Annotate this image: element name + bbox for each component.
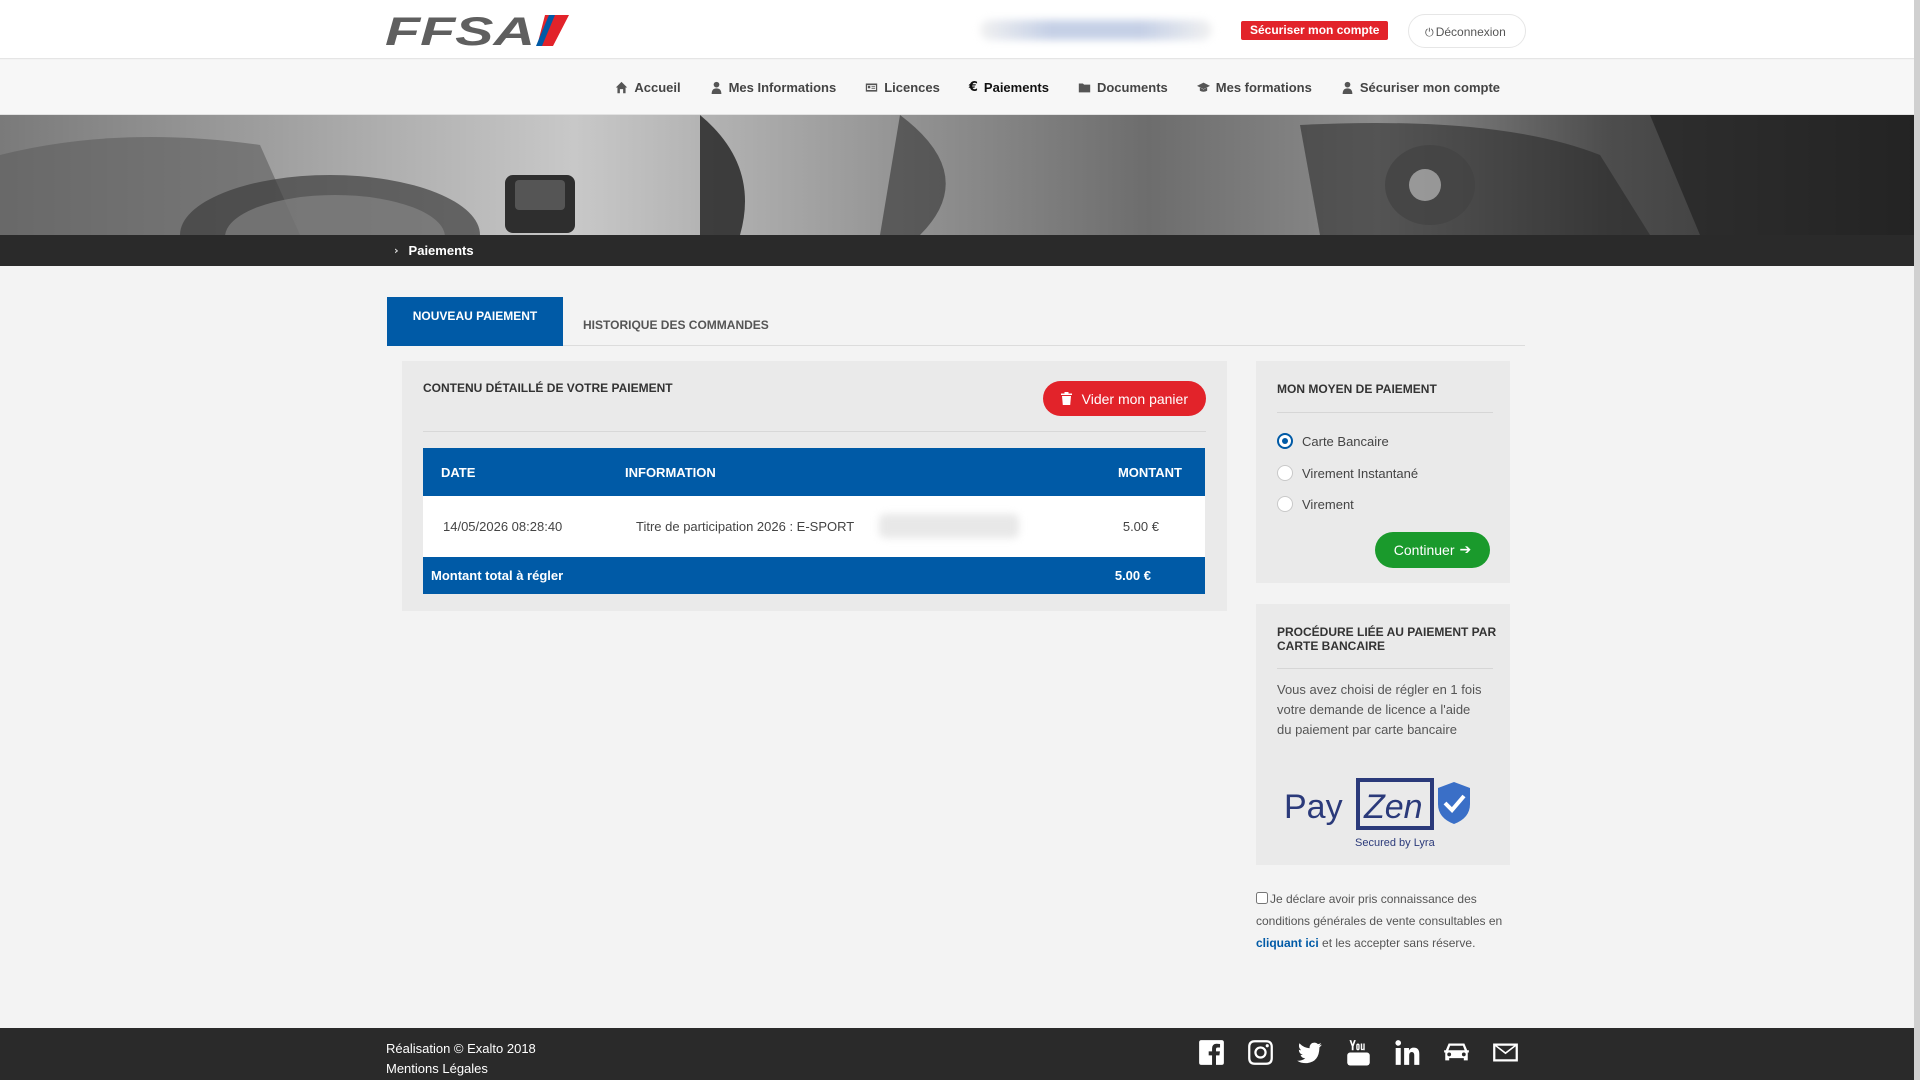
instagram-icon[interactable] <box>1247 1039 1274 1066</box>
arrow-right-icon: ➔ <box>1459 542 1472 558</box>
facebook-icon[interactable] <box>1198 1039 1225 1066</box>
nav-item-mes-formations[interactable]: Mes formations <box>1196 80 1312 95</box>
radio-virement-instantane[interactable]: Virement Instantané <box>1277 465 1418 481</box>
graduation-cap-icon <box>1196 82 1210 92</box>
procedure-text: Vous avez choisi de régler en 1 fois vot… <box>1277 682 1482 737</box>
blurred-user-email <box>980 20 1212 40</box>
nav-item-accueil[interactable]: Accueil <box>615 80 681 95</box>
nav-item-label: Licences <box>884 80 940 95</box>
radio-virement[interactable]: Virement <box>1277 496 1354 512</box>
panel-title: CONTENU DÉTAILLÉ DE VOTRE PAIEMENT <box>423 381 673 395</box>
top-header: FFSA Sécuriser mon compte ⏻ Déconnexion <box>0 0 1914 59</box>
nav-item-label: Paiements <box>983 80 1049 95</box>
euro-icon: € <box>968 80 978 95</box>
table-total-row: Montant total à régler 5.00 € <box>423 557 1205 594</box>
radio-button-checked[interactable] <box>1277 433 1293 449</box>
empty-cart-button[interactable]: Vider mon panier <box>1042 381 1206 416</box>
logout-button[interactable]: ⏻ Déconnexion <box>1408 14 1526 48</box>
payment-table: DATE INFORMATION MONTANT 14/05/2026 08:2… <box>423 448 1205 594</box>
twitter-icon[interactable] <box>1296 1039 1323 1066</box>
row-date: 14/05/2026 08:28:40 <box>443 519 563 534</box>
breadcrumb-bar: › Paiements <box>0 235 1914 266</box>
radio-label: Carte Bancaire <box>1302 433 1389 449</box>
home-icon <box>616 81 628 94</box>
footer: Réalisation © Exalto 2018 Mentions Légal… <box>0 1028 1914 1080</box>
main-nav-bar: Accueil Mes Informations Licences € Paie… <box>0 60 1914 115</box>
main-nav: Accueil Mes Informations Licences € Paie… <box>615 60 1500 115</box>
payment-method-panel: MON MOYEN DE PAIEMENT Carte Bancaire Vir… <box>1256 361 1510 583</box>
car-icon[interactable] <box>1443 1039 1470 1066</box>
divider <box>423 431 1206 432</box>
empty-cart-label: Vider mon panier <box>1081 390 1188 407</box>
user-icon <box>1342 81 1353 94</box>
nav-item-paiements[interactable]: € Paiements <box>969 80 1049 95</box>
logout-label: Déconnexion <box>1435 25 1506 39</box>
logo-wordmark: FFSA <box>385 12 535 50</box>
secure-account-button[interactable]: Sécuriser mon compte <box>1241 21 1389 40</box>
radio-label: Virement <box>1302 496 1354 512</box>
user-icon <box>711 81 721 94</box>
footer-text: Réalisation © Exalto 2018 Mentions Légal… <box>386 1039 536 1079</box>
radio-button[interactable] <box>1277 496 1293 512</box>
power-icon: ⏻ <box>1425 26 1434 39</box>
nav-item-licences[interactable]: Licences <box>865 80 940 95</box>
payment-tabs: NOUVEAU PAIEMENT HISTORIQUE DES COMMANDE… <box>387 297 1525 346</box>
nav-item-label: Sécuriser mon compte <box>1359 80 1500 95</box>
total-value: 5.00 € <box>1114 568 1151 583</box>
terms-checkbox[interactable] <box>1256 892 1268 904</box>
divider <box>1277 668 1493 669</box>
payment-detail-panel: CONTENU DÉTAILLÉ DE VOTRE PAIEMENT Vider… <box>402 361 1227 611</box>
payzen-tagline: Secured by Lyra <box>1355 837 1436 849</box>
terms-acceptance: Je déclare avoir pris connaissance des c… <box>1256 888 1510 954</box>
breadcrumb-current: Paiements <box>408 243 474 258</box>
footer-legal-link[interactable]: Mentions Légales <box>386 1059 536 1079</box>
youtube-icon[interactable] <box>1345 1039 1372 1066</box>
breadcrumb: › Paiements <box>394 243 474 258</box>
hero-banner <box>0 115 1914 235</box>
row-amount: 5.00 € <box>1122 519 1159 534</box>
nav-item-label: Documents <box>1096 80 1168 95</box>
scrollbar[interactable] <box>1914 0 1920 1080</box>
radio-label: Virement Instantané <box>1302 465 1419 481</box>
divider <box>1277 412 1493 413</box>
payzen-pay-text: Pay <box>1284 788 1343 826</box>
payment-method-title: MON MOYEN DE PAIEMENT <box>1277 382 1437 396</box>
linkedin-icon[interactable] <box>1394 1039 1421 1066</box>
folder-icon <box>1078 83 1091 93</box>
total-label: Montant total à régler <box>431 568 564 583</box>
nav-item-label: Mes Informations <box>728 80 837 95</box>
radio-button[interactable] <box>1277 465 1293 481</box>
procedure-panel: PROCÉDURE LIÉE AU PAIEMENT PAR CARTE BAN… <box>1256 604 1510 865</box>
mail-icon[interactable] <box>1492 1039 1519 1066</box>
terms-text-before: Je déclare avoir pris connaissance des c… <box>1256 892 1503 928</box>
row-information: Titre de participation 2026 : E-SPORT <box>636 519 855 534</box>
nav-item-label: Accueil <box>634 80 681 95</box>
footer-credit: Réalisation © Exalto 2018 <box>386 1041 536 1056</box>
column-header-information: INFORMATION <box>625 465 716 480</box>
nav-item-label: Mes formations <box>1215 80 1312 95</box>
tab-historique-commandes[interactable]: HISTORIQUE DES COMMANDES <box>583 318 769 332</box>
procedure-title: PROCÉDURE LIÉE AU PAIEMENT PAR CARTE BAN… <box>1277 625 1497 653</box>
continue-label: Continuer <box>1393 542 1455 558</box>
tab-nouveau-paiement[interactable]: NOUVEAU PAIEMENT <box>387 297 563 346</box>
column-header-amount: MONTANT <box>1117 465 1182 480</box>
chevron-right-icon: › <box>394 244 399 257</box>
radio-carte-bancaire[interactable]: Carte Bancaire <box>1277 433 1389 449</box>
payzen-zen-text: Zen <box>1363 788 1423 826</box>
payzen-logo: Pay Zen Secured by Lyra <box>1282 774 1482 850</box>
continue-button[interactable]: Continuer ➔ <box>1375 532 1490 568</box>
blurred-participant-name <box>879 514 1019 538</box>
nav-item-documents[interactable]: Documents <box>1078 80 1168 95</box>
column-header-date: DATE <box>441 465 476 480</box>
ffsa-logo[interactable]: FFSA <box>385 10 569 54</box>
social-links <box>1198 1039 1519 1066</box>
nav-item-mes-informations[interactable]: Mes Informations <box>710 80 837 95</box>
table-row: 14/05/2026 08:28:40 Titre de participati… <box>423 496 1205 557</box>
terms-text-after: et les accepter sans réserve. <box>1318 936 1476 950</box>
table-header: DATE INFORMATION MONTANT <box>423 448 1205 496</box>
trash-icon <box>1060 392 1072 405</box>
terms-link[interactable]: cliquant ici <box>1256 936 1319 950</box>
nav-item-securiser[interactable]: Sécuriser mon compte <box>1341 80 1500 95</box>
id-card-icon <box>866 83 878 92</box>
